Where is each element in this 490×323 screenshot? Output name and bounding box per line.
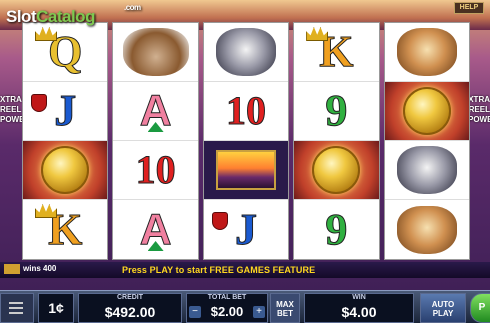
reel-cell: Q (23, 23, 108, 82)
reel-cell: A (113, 200, 197, 259)
autoplay-label: AUTO PLAY (431, 300, 455, 318)
game-stage: SlotCatalog .com HELP XTRA REEL POWER XT… (0, 0, 490, 323)
win-display: WIN $4.00 (304, 293, 414, 323)
win-value: $4.00 (341, 304, 377, 320)
credit-value: $492.00 (104, 304, 156, 320)
increase-bet-button[interactable]: + (253, 306, 265, 318)
shield-icon (31, 94, 47, 112)
reel-cell (203, 141, 289, 200)
gold-coin-scatter-icon (41, 146, 90, 194)
play-button[interactable]: P (470, 293, 490, 323)
reel-4: K99 (293, 22, 380, 260)
elk-symbol-icon (122, 28, 189, 76)
feature-message: Press PLAY to start FREE GAMES FEATURE (122, 265, 316, 275)
symbol-9: 9 (325, 204, 348, 254)
cougar-symbol-icon (396, 28, 457, 76)
reel-cell (384, 23, 469, 82)
reel-grid: Q J K A 10 A 10 J K 9 9 (22, 22, 470, 260)
wolf-symbol-icon (215, 28, 276, 76)
left-side-panel: XTRA REEL POWER (0, 95, 31, 124)
reel-2: A 10 A (112, 22, 199, 260)
cougar-symbol-icon (396, 205, 457, 254)
gold-coin-scatter-icon (312, 146, 361, 194)
wolf-symbol-icon (396, 146, 457, 194)
symbol-10: 10 (225, 88, 266, 133)
reel-cell: K (23, 200, 107, 259)
reel-cell: 9 (294, 82, 379, 141)
reel-cell: J (204, 200, 288, 259)
wins-icon (4, 264, 20, 274)
reel-cell: J (23, 82, 108, 141)
reel-cell (23, 141, 108, 200)
credit-label: CREDIT (116, 294, 144, 301)
reel-cell: 9 (294, 200, 378, 259)
reel-cell: K (294, 23, 379, 82)
reel-cell (384, 141, 469, 200)
reel-cell (113, 23, 198, 82)
symbol-j: J (54, 86, 77, 135)
reel-cell: A (113, 82, 198, 141)
reel-cell: 10 (203, 82, 289, 141)
reel-3: 10 J (202, 22, 290, 260)
max-bet-button[interactable]: MAX BET (270, 293, 300, 323)
win-label: WIN (352, 294, 366, 301)
right-side-panel: XTRA REEL POWER (468, 95, 490, 124)
shield-icon (211, 212, 228, 230)
total-bet-display: TOTAL BET − $2.00 + (186, 293, 268, 323)
reel-cell: 10 (113, 141, 198, 200)
reel-cell (384, 82, 469, 141)
symbol-9: 9 (325, 86, 348, 135)
reel-cell (385, 200, 469, 259)
control-panel: 1¢ CREDIT $492.00 TOTAL BET − $2.00 + MA… (0, 290, 490, 323)
reel-1: QJ K (22, 22, 109, 260)
help-button[interactable]: HELP (454, 2, 484, 14)
symbol-j: J (234, 204, 257, 254)
autoplay-button[interactable]: AUTO PLAY (420, 293, 466, 323)
menu-icon (9, 302, 23, 314)
wins-readout: wins 400 (4, 264, 56, 274)
play-label: P (478, 302, 486, 313)
reel-5 (383, 22, 470, 260)
total-bet-label: TOTAL BET (207, 294, 247, 301)
menu-button[interactable] (0, 293, 34, 323)
sunset-wild-icon (215, 150, 276, 190)
symbol-10: 10 (135, 147, 176, 192)
gold-coin-scatter-icon (402, 87, 451, 135)
watermark-logo: SlotCatalog .com (6, 3, 141, 26)
reel-cell (294, 141, 379, 200)
credit-display: CREDIT $492.00 (78, 293, 182, 323)
max-bet-label: MAX BET (276, 300, 294, 318)
denomination-selector[interactable]: 1¢ (38, 293, 74, 323)
reel-cell (203, 23, 289, 82)
message-bar: wins 400 Press PLAY to start FREE GAMES … (0, 262, 490, 278)
